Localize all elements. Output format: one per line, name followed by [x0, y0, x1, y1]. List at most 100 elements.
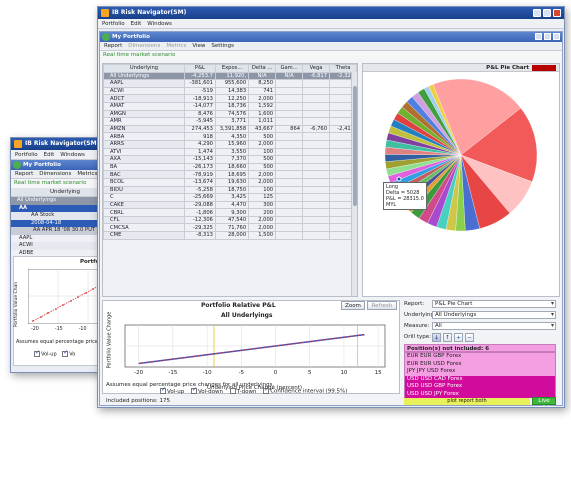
col-pnl[interactable]: P&L — [183, 64, 216, 73]
menu-windows[interactable]: Windows — [147, 19, 172, 28]
table-row[interactable]: ARRS 4,290 15,960 2,000 — [103, 139, 357, 149]
table-row[interactable]: AXA -15,143 7,370 500 — [103, 155, 357, 164]
position-item[interactable]: EUR EUR USD Forex — [405, 361, 555, 369]
close-icon[interactable] — [553, 9, 561, 17]
menu-edit[interactable]: Edit — [131, 19, 142, 28]
underlying-cell[interactable]: CBRL — [103, 208, 185, 217]
tab-report[interactable]: Report — [104, 42, 122, 50]
table-row[interactable]: CBRL -1,806 9,300 200 — [103, 208, 357, 217]
position-item[interactable]: EUR EUR GBP Forex — [405, 353, 555, 361]
underlying-cell[interactable]: ADCT — [103, 94, 185, 103]
table-row[interactable]: AMZN 274,453 3,391,858 43,667 864 -6,760 -2,41… — [103, 124, 357, 134]
position-item[interactable]: USD USD CAD Forex — [405, 375, 555, 383]
underlying-cell[interactable]: AMR — [103, 117, 185, 126]
underlying-cell[interactable]: CAKE — [103, 200, 185, 210]
underlying-cell[interactable]: BCOL — [103, 177, 185, 187]
underlying-cell[interactable]: BA — [103, 162, 185, 172]
col-gamma[interactable]: Gam... — [275, 64, 304, 73]
drill-up-icon[interactable]: ↑ — [443, 333, 452, 342]
tab-settings[interactable]: Settings — [211, 42, 234, 50]
pnl-cell: -4,253.7 — [183, 71, 216, 81]
expo-cell: 18,660 — [214, 162, 250, 172]
underlying-cell[interactable]: AAPL — [103, 79, 185, 88]
underlying-cell[interactable]: ARBA — [103, 132, 185, 141]
table-row[interactable]: All Underlyings -4,253.7 11,920, N/A N/A -6,8… — [103, 71, 357, 81]
maximize-icon[interactable] — [544, 33, 551, 40]
measure-select[interactable]: All — [432, 322, 556, 330]
underlying-cell[interactable]: ACWI — [103, 86, 185, 96]
table-row[interactable]: BCOL -13,674 19,630 2,000 — [103, 177, 357, 187]
table-row[interactable]: ATVI 1,474 3,550 100 — [103, 147, 357, 157]
add-icon[interactable]: + — [454, 333, 463, 342]
table-row[interactable]: CAKE -29,088 4,470 300 — [103, 200, 357, 210]
menu-portfolio[interactable]: Portfolio — [102, 19, 125, 28]
table-row[interactable]: BIDU -5,258 18,750 100 — [103, 185, 357, 195]
risk-table: Underlying P&L Expos... Delta ... Gam...… — [103, 64, 357, 240]
table-row[interactable]: ACWI -519 14,383 741 — [103, 86, 357, 96]
minimize-icon[interactable] — [535, 33, 542, 40]
vega-cell — [302, 193, 330, 202]
underlying-select[interactable]: All Underlyings — [432, 311, 556, 319]
underlying-cell[interactable]: C — [103, 193, 185, 202]
back-menu-windows[interactable]: Windows — [60, 150, 85, 159]
confidence-checkbox[interactable] — [263, 386, 269, 394]
underlying-cell[interactable]: CMCSA — [103, 223, 185, 233]
table-row[interactable]: AAPL -381,601 955,600 8,250 — [103, 79, 357, 88]
table-row[interactable]: CFL -12,306 47,540 2,000 — [103, 215, 357, 225]
back-menu-edit[interactable]: Edit — [44, 150, 55, 159]
underlying-cell[interactable]: CME — [103, 231, 185, 240]
position-item[interactable]: JPY JPY USD Forex — [405, 368, 555, 376]
col-exposure[interactable]: Expos... — [214, 64, 250, 73]
underlying-cell[interactable]: BIDU — [103, 185, 185, 195]
table-row[interactable]: ARBA 918 4,350 500 — [103, 132, 357, 141]
report-select[interactable]: P&L Pie Chart — [432, 300, 556, 308]
back-tab-metrics[interactable]: Metrics — [77, 170, 97, 178]
vol-down-checkbox[interactable] — [190, 386, 197, 394]
tab-view[interactable]: View — [192, 42, 205, 50]
underlying-cell[interactable]: AMGN — [103, 109, 185, 119]
col-vega[interactable]: Vega — [302, 64, 330, 73]
underlying-cell[interactable]: AMZN — [103, 124, 185, 134]
live-update-button[interactable]: Live update — [532, 397, 556, 407]
minimize-icon[interactable] — [533, 9, 541, 17]
table-row[interactable]: AMR -5,945 3,771 1,011 — [103, 117, 357, 126]
back-vol-up-checkbox[interactable] — [34, 349, 40, 357]
table-row[interactable]: CME -8,313 28,000 1,500 — [103, 231, 357, 240]
position-item[interactable]: USD USD GBP Forex — [405, 383, 555, 391]
underlying-cell[interactable]: CFL — [103, 215, 185, 225]
table-row[interactable]: BA -26,173 18,660 500 — [103, 162, 357, 172]
col-underlying[interactable]: Underlying — [103, 64, 185, 73]
back-tab-dimensions[interactable]: Dimensions — [39, 170, 71, 178]
underlying-cell[interactable]: ATVI — [103, 147, 185, 157]
vega-cell — [302, 86, 330, 96]
table-row[interactable]: C -25,669 3,425 125 — [103, 193, 357, 202]
vega-cell — [302, 147, 330, 157]
table-scroll-thumb[interactable] — [353, 86, 357, 206]
table-row[interactable]: BAC -78,919 18,695 2,000 — [103, 170, 357, 179]
t-down-checkbox[interactable] — [229, 388, 236, 394]
tab-metrics[interactable]: Metrics — [166, 42, 186, 50]
tab-dimensions[interactable]: Dimensions — [128, 42, 160, 50]
table-scrollbar[interactable] — [351, 72, 357, 296]
table-row[interactable]: AMAT -14,077 18,736 1,592 — [103, 101, 357, 111]
back-menu-portfolio[interactable]: Portfolio — [15, 150, 38, 159]
underlying-cell[interactable]: All Underlyings — [103, 71, 185, 81]
underlying-cell[interactable]: BAC — [103, 170, 185, 179]
table-row[interactable]: ADCT -18,913 12,250 2,000 — [103, 94, 357, 103]
underlying-cell[interactable]: AXA — [103, 155, 185, 164]
close-icon[interactable] — [553, 33, 560, 40]
table-row[interactable]: CMCSA -29,325 71,760 2,000 — [103, 223, 357, 233]
col-delta[interactable]: Delta ... — [248, 64, 277, 73]
drill-down-icon[interactable]: ↓ — [432, 333, 441, 342]
back-vol-down-checkbox[interactable] — [62, 349, 68, 357]
vega-cell — [302, 170, 330, 179]
underlying-cell[interactable]: AMAT — [103, 101, 185, 111]
table-row[interactable]: AMGN 8,476 74,576 1,600 — [103, 109, 357, 119]
col-theta[interactable]: Theta — [329, 64, 357, 73]
underlying-cell[interactable]: ARRS — [103, 139, 185, 149]
vol-up-checkbox[interactable] — [160, 386, 166, 394]
back-tab-report[interactable]: Report — [15, 170, 33, 178]
remove-icon[interactable]: − — [465, 333, 474, 342]
main-window: IB Risk Navigator(SM) Portfolio Edit Win… — [97, 6, 565, 408]
maximize-icon[interactable] — [543, 9, 551, 17]
